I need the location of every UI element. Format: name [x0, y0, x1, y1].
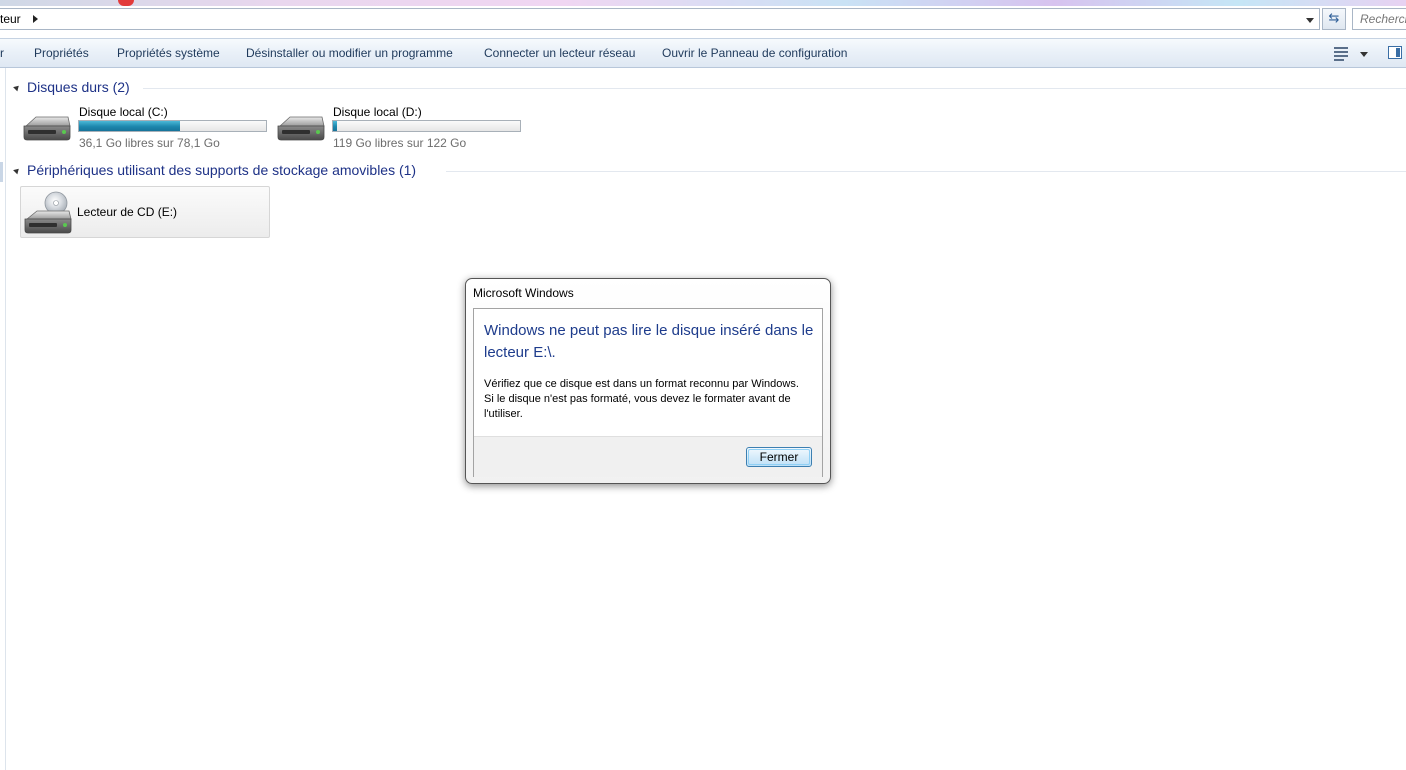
dialog-detail-text: Vérifiez que ce disque est dans un forma…: [484, 378, 799, 420]
drive-usage-bar: [332, 120, 521, 132]
toolbar-item-truncated[interactable]: r: [0, 46, 4, 60]
address-history-dropdown-icon[interactable]: [1306, 18, 1314, 23]
drive-item-d[interactable]: Disque local (D:) 119 Go libres sur 122 …: [276, 105, 526, 153]
view-dropdown-icon[interactable]: [1360, 52, 1368, 57]
toolbar-item-desinstaller-programme[interactable]: Désinstaller ou modifier un programme: [246, 46, 453, 60]
address-path[interactable]: teur: [0, 12, 21, 26]
drive-free-space: 36,1 Go libres sur 78,1 Go: [79, 136, 220, 150]
view-options-icon[interactable]: [1334, 47, 1348, 61]
refresh-button[interactable]: ⇆: [1322, 8, 1346, 30]
toolbar-item-proprietes-systeme[interactable]: Propriétés système: [117, 46, 220, 60]
cd-drive-icon: [24, 191, 72, 234]
group-title: Disques durs (2): [27, 79, 130, 95]
drive-usage-fill: [79, 121, 180, 131]
group-divider: [143, 88, 1406, 89]
group-header-peripheriques-amovibles[interactable]: Périphériques utilisant des supports de …: [13, 162, 444, 182]
navigation-pane-selection: [0, 162, 3, 182]
drive-usage-fill: [333, 121, 337, 131]
collapse-triangle-icon[interactable]: [13, 83, 21, 92]
drive-item-cd-e[interactable]: Lecteur de CD (E:): [20, 186, 270, 238]
drive-item-c[interactable]: Disque local (C:) 36,1 Go libres sur 78,…: [22, 105, 272, 153]
toolbar-item-proprietes[interactable]: Propriétés: [34, 46, 89, 60]
collapse-triangle-icon[interactable]: [13, 166, 21, 175]
group-title: Périphériques utilisant des supports de …: [27, 162, 417, 178]
toolbar-item-ouvrir-panneau-configuration[interactable]: Ouvrir le Panneau de configuration: [662, 46, 847, 60]
drive-usage-bar: [78, 120, 267, 132]
address-bar[interactable]: teur: [0, 8, 1320, 30]
close-button[interactable]: Fermer: [746, 447, 812, 467]
navigation-pane-edge: [5, 68, 6, 770]
drive-free-space: 119 Go libres sur 122 Go: [333, 136, 467, 150]
refresh-icon: ⇆: [1328, 11, 1340, 26]
error-dialog: Microsoft Windows Windows ne peut pas li…: [465, 278, 831, 484]
toolbar-item-connecter-lecteur-reseau[interactable]: Connecter un lecteur réseau: [484, 46, 635, 60]
preview-pane-icon[interactable]: [1388, 46, 1402, 59]
breadcrumb-chevron-right-icon[interactable]: [33, 15, 38, 23]
dialog-footer: Fermer: [474, 436, 822, 477]
hard-drive-icon: [277, 116, 325, 141]
hard-drive-icon: [23, 116, 71, 141]
address-row: teur ⇆ Recherch: [0, 6, 1406, 32]
drive-name: Disque local (D:): [333, 105, 422, 119]
group-divider: [446, 171, 1406, 172]
dialog-main-instruction: Windows ne peut pas lire le disque insér…: [484, 322, 814, 361]
dialog-title: Microsoft Windows: [473, 286, 574, 300]
drive-name: Lecteur de CD (E:): [77, 205, 178, 219]
search-input[interactable]: Recherch: [1352, 8, 1406, 30]
command-bar: r Propriétés Propriétés système Désinsta…: [0, 38, 1406, 68]
search-placeholder: Recherch: [1360, 12, 1406, 26]
dialog-body: Windows ne peut pas lire le disque insér…: [473, 308, 823, 477]
group-header-disques-durs[interactable]: Disques durs (2): [13, 79, 154, 99]
drive-name: Disque local (C:): [79, 105, 168, 119]
